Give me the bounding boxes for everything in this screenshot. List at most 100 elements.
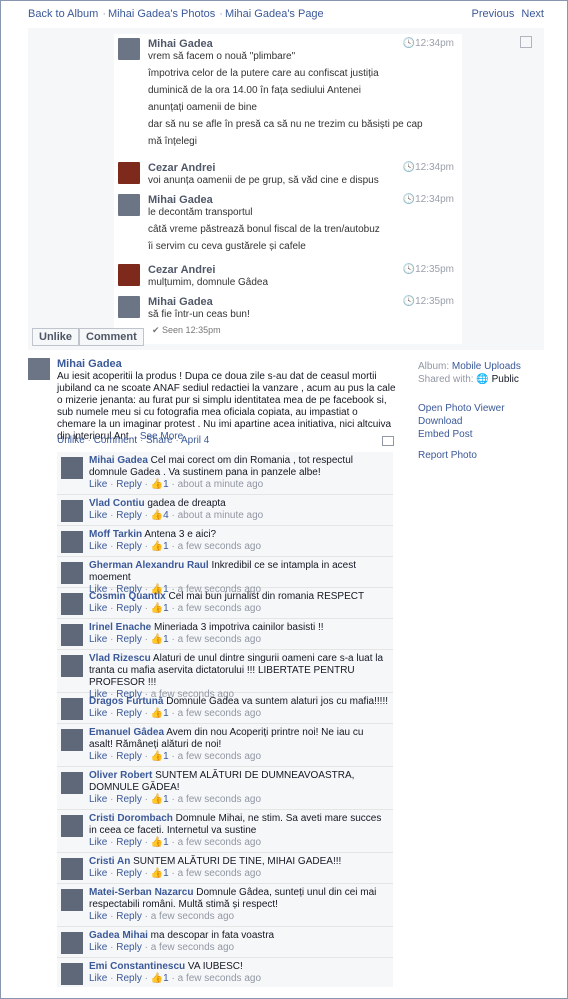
post-unlike-link[interactable]: Unlike [57,435,85,446]
avatar[interactable] [61,593,83,615]
comment-time[interactable]: a few seconds ago [178,973,261,984]
comment-author[interactable]: Moff Tarkin [89,529,142,540]
comment-reply-link[interactable]: Reply [116,708,142,719]
comment-author[interactable]: Emanuel Gâdea [89,727,164,738]
avatar[interactable] [61,729,83,751]
comment-reply-link[interactable]: Reply [116,510,142,521]
comment-like-link[interactable]: Like [89,868,107,879]
avatar[interactable] [61,624,83,646]
open-photo-viewer-link[interactable]: Open Photo Viewer [418,402,544,415]
shared-value[interactable]: Public [492,374,519,385]
comment-time[interactable]: a few seconds ago [178,751,261,762]
avatar[interactable] [61,531,83,553]
next-link[interactable]: Next [521,8,544,20]
comment-time[interactable]: a few seconds ago [151,911,234,922]
comment-reply-link[interactable]: Reply [116,634,142,645]
comment-reply-link[interactable]: Reply [116,973,142,984]
comment-reply-link[interactable]: Reply [116,911,142,922]
comment-bubble-icon[interactable] [382,436,394,446]
comment-time[interactable]: a few seconds ago [151,942,234,953]
comment-time[interactable]: a few seconds ago [178,837,261,848]
like-count[interactable]: 👍1 [151,794,169,805]
comment-author[interactable]: Irinel Enache [89,622,151,633]
avatar[interactable] [61,963,83,985]
photo-comment-button[interactable]: Comment [79,328,144,346]
previous-link[interactable]: Previous [472,8,515,20]
comment-reply-link[interactable]: Reply [116,603,142,614]
comment-reply-link[interactable]: Reply [116,751,142,762]
comment-like-link[interactable]: Like [89,942,107,953]
comment-like-link[interactable]: Like [89,510,107,521]
comment-reply-link[interactable]: Reply [116,868,142,879]
like-count[interactable]: 👍1 [151,634,169,645]
avatar[interactable] [61,457,83,479]
photo-stage[interactable]: Mihai Gadea 🕓12:34pm vrem să facem o nouă … [28,28,544,350]
comment-like-link[interactable]: Like [89,708,107,719]
comment-author[interactable]: Gadea Mihai [89,930,148,941]
page-link[interactable]: Mihai Gadea's Page [225,8,324,20]
comment-like-link[interactable]: Like [89,911,107,922]
comment-like-link[interactable]: Like [89,973,107,984]
comment-author[interactable]: Matei-Serban Nazarcu [89,887,193,898]
comment-like-link[interactable]: Like [89,837,107,848]
avatar[interactable] [61,815,83,837]
like-count[interactable]: 👍1 [151,973,169,984]
avatar[interactable] [61,655,83,677]
like-count[interactable]: 👍1 [151,541,169,552]
comment-reply-link[interactable]: Reply [116,541,142,552]
comment-like-link[interactable]: Like [89,603,107,614]
report-photo-link[interactable]: Report Photo [418,449,544,462]
download-link[interactable]: Download [418,415,544,428]
like-count[interactable]: 👍1 [151,868,169,879]
comment-author[interactable]: Cristi An [89,856,130,867]
comment-time[interactable]: a few seconds ago [178,794,261,805]
comment-reply-link[interactable]: Reply [116,942,142,953]
comment-time[interactable]: a few seconds ago [178,603,261,614]
expand-icon[interactable] [520,36,532,48]
comment-author[interactable]: Vlad Contiu [89,498,145,509]
post-share-link[interactable]: Share [146,435,173,446]
comment-time[interactable]: about a minute ago [178,479,264,490]
avatar[interactable] [61,500,83,522]
comment-like-link[interactable]: Like [89,634,107,645]
comment-time[interactable]: a few seconds ago [178,868,261,879]
back-to-album-link[interactable]: Back to Album [28,8,98,20]
comment-like-link[interactable]: Like [89,751,107,762]
comment-reply-link[interactable]: Reply [116,837,142,848]
comment-time[interactable]: a few seconds ago [178,708,261,719]
comment-time[interactable]: a few seconds ago [178,634,261,645]
post-date[interactable]: April 4 [181,435,209,446]
comment-author[interactable]: Vlad Rizescu [89,653,151,664]
comment-author[interactable]: Cosmin Quantix [89,591,166,602]
like-count[interactable]: 👍4 [151,510,169,521]
comment-like-link[interactable]: Like [89,479,107,490]
comment-reply-link[interactable]: Reply [116,794,142,805]
post-comment-link[interactable]: Comment [94,435,137,446]
avatar[interactable] [61,858,83,880]
avatar[interactable] [61,698,83,720]
comment-author[interactable]: Cristi Dorombach [89,813,173,824]
like-count[interactable]: 👍1 [151,751,169,762]
comment-author[interactable]: Oliver Robert [89,770,152,781]
comment-like-link[interactable]: Like [89,794,107,805]
avatar[interactable] [61,889,83,911]
comment-author[interactable]: Dragos Furtună [89,696,163,707]
comment-reply-link[interactable]: Reply [116,479,142,490]
avatar[interactable] [61,932,83,954]
like-count[interactable]: 👍1 [151,708,169,719]
post-author[interactable]: Mihai Gadea [57,358,122,370]
comment-author[interactable]: Mihai Gadea [89,455,148,466]
like-count[interactable]: 👍1 [151,837,169,848]
comment-author[interactable]: Gherman Alexandru Raul [89,560,209,571]
album-value-link[interactable]: Mobile Uploads [452,361,521,372]
comment-time[interactable]: about a minute ago [178,510,264,521]
comment-author[interactable]: Emi Constantinescu [89,961,185,972]
avatar[interactable] [61,772,83,794]
album-link[interactable]: Mihai Gadea's Photos [108,8,215,20]
avatar[interactable] [61,562,83,584]
like-count[interactable]: 👍1 [151,603,169,614]
photo-unlike-button[interactable]: Unlike [32,328,80,346]
embed-post-link[interactable]: Embed Post [418,428,544,441]
comment-time[interactable]: a few seconds ago [178,541,261,552]
comment-like-link[interactable]: Like [89,541,107,552]
